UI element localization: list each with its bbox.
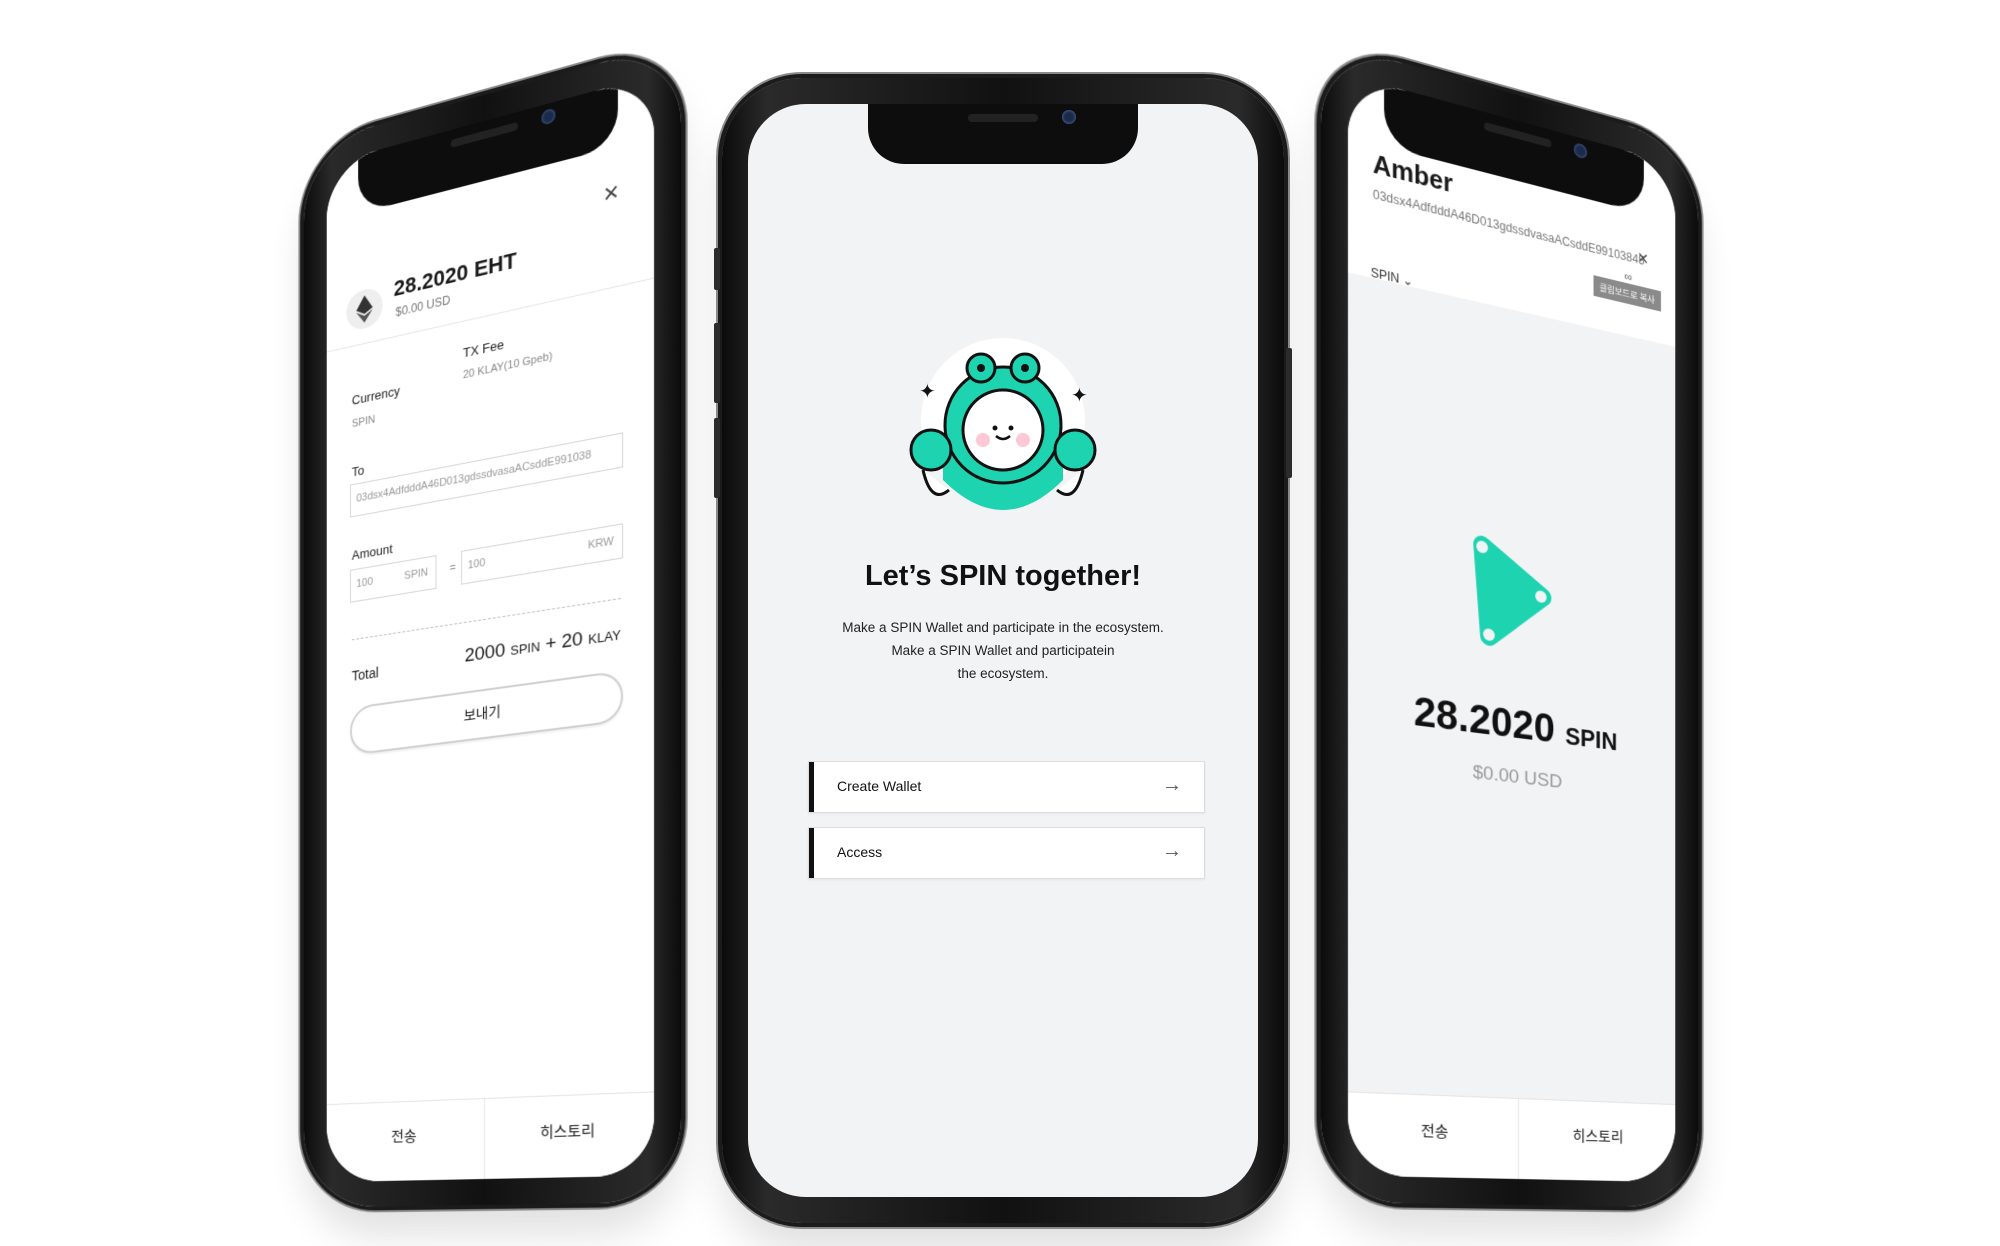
center-phone: ✦ ✦ Let’s SPIN together! Make a SPIN Wal…	[722, 78, 1284, 1223]
ethereum-icon	[346, 285, 382, 332]
left-phone: × 28.2020 EHT $0.00 USD Currency SPIN TX…	[304, 40, 682, 1207]
to-label: To	[352, 463, 364, 480]
arrow-right-icon: →	[1162, 774, 1182, 797]
txfee-label: TX Fee	[463, 337, 504, 361]
mute-switch	[714, 248, 720, 290]
frog-mascot-illustration: ✦ ✦	[903, 330, 1103, 530]
total-label: Total	[352, 664, 379, 683]
arrow-right-icon: →	[1162, 840, 1182, 863]
spin-logo-icon	[1467, 532, 1554, 656]
tab-send[interactable]: 전송	[1348, 1092, 1519, 1179]
create-wallet-button[interactable]: Create Wallet →	[808, 761, 1205, 813]
right-phone: Amber 03dsx4AdfdddA46D013gdssdvasaACsddE…	[1321, 40, 1699, 1207]
tab-history[interactable]: 히스토리	[1518, 1099, 1675, 1182]
close-icon[interactable]: ×	[603, 175, 619, 211]
amount-krw-value: 100	[468, 557, 486, 572]
currency-label: Currency	[352, 383, 400, 408]
notch	[868, 104, 1138, 164]
create-wallet-label: Create Wallet	[837, 778, 921, 794]
bottom-tabbar: 전송 히스토리	[327, 1091, 654, 1182]
currency-value[interactable]: SPIN	[352, 414, 375, 430]
send-button[interactable]: 보내기	[350, 670, 623, 756]
total-value: 2000 SPIN + 20 KLAY	[465, 623, 621, 668]
welcome-title: Let’s SPIN together!	[748, 560, 1258, 593]
token-balance: 28.2020 EHT	[394, 247, 517, 302]
amount-krw-unit: KRW	[588, 535, 614, 552]
svg-text:✦: ✦	[1071, 385, 1088, 407]
svg-text:✦: ✦	[919, 381, 936, 403]
tab-history[interactable]: 히스토리	[484, 1092, 654, 1179]
tab-send[interactable]: 전송	[327, 1099, 485, 1182]
amount-spin-value: 100	[356, 576, 373, 590]
bottom-tabbar: 전송 히스토리	[1348, 1091, 1675, 1182]
welcome-screen: ✦ ✦ Let’s SPIN together! Make a SPIN Wal…	[748, 104, 1258, 1197]
equals-sign: =	[450, 562, 456, 575]
close-icon[interactable]: ×	[1638, 247, 1649, 272]
amount-spin-input[interactable]: 100 SPIN	[350, 555, 436, 603]
to-address-value: 03dsx4AdfdddA46D013gdssdvasaACsddE991038	[356, 449, 591, 505]
amount-label: Amount	[352, 541, 393, 563]
to-address-input[interactable]: 03dsx4AdfdddA46D013gdssdvasaACsddE991038	[350, 432, 623, 517]
welcome-description: Make a SPIN Wallet and participate in th…	[808, 616, 1198, 685]
send-screen: × 28.2020 EHT $0.00 USD Currency SPIN TX…	[327, 75, 654, 1182]
access-label: Access	[837, 844, 882, 860]
amount-krw-input[interactable]: 100 KRW	[461, 523, 623, 584]
power-button	[1286, 348, 1292, 478]
access-button[interactable]: Access →	[808, 827, 1205, 879]
chevron-down-icon: ⌄	[1403, 272, 1413, 289]
amount-spin-unit: SPIN	[404, 566, 428, 582]
volume-up-button	[714, 323, 720, 403]
volume-down-button	[714, 418, 720, 498]
wallet-screen: Amber 03dsx4AdfdddA46D013gdssdvasaACsddE…	[1348, 75, 1675, 1182]
